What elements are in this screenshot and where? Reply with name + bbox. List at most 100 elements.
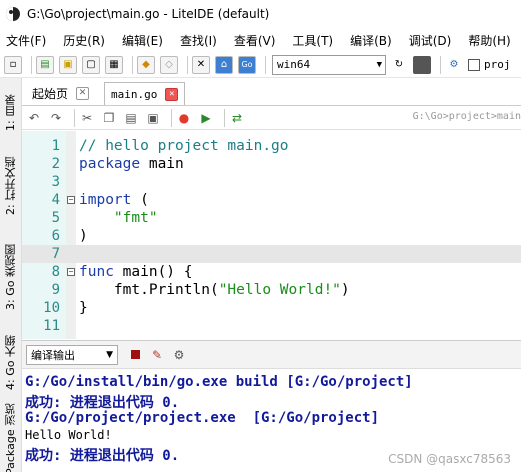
tab-main-go[interactable]: main.go ✕ xyxy=(104,82,186,105)
code-token: package xyxy=(79,156,141,172)
menu-history[interactable]: 历史(R) xyxy=(63,32,105,49)
stop-icon[interactable] xyxy=(128,348,142,362)
sidebar-tab-directory[interactable]: 1: 目录 xyxy=(0,88,22,138)
fold-toggle-icon[interactable]: − xyxy=(67,268,75,276)
main-toolbar: ▫ ▤ ▣ ▢ ▦ ◆ ◇ ✕ ⌂ Go win64 ▼ ↻ ⚙ proj xyxy=(0,52,521,78)
sidebar-tab-class-view[interactable]: 3: Go 类视图 xyxy=(0,234,22,320)
code-line[interactable]: 6) xyxy=(22,227,521,245)
new-file-icon[interactable]: ▫ xyxy=(4,55,22,74)
code-line[interactable]: 9 fmt.Println("Hello World!") xyxy=(22,281,521,299)
line-number: 10 xyxy=(43,300,60,316)
code-token: ( xyxy=(131,192,149,208)
code-line[interactable]: 7 xyxy=(22,245,521,263)
line-number: 5 xyxy=(51,210,60,226)
code-text: package main xyxy=(79,155,184,173)
code-line[interactable]: 2 package main xyxy=(22,155,521,173)
chevron-down-icon: ▼ xyxy=(376,59,382,70)
lock-icon[interactable]: ▣ xyxy=(145,110,161,126)
paste-icon[interactable]: ▤ xyxy=(123,110,139,126)
close-icon[interactable]: ✕ xyxy=(165,87,179,101)
clear-output-icon[interactable]: ✎ xyxy=(150,348,164,362)
forward-arrow-icon[interactable]: ◇ xyxy=(160,55,178,74)
project-checkbox[interactable] xyxy=(468,58,480,71)
line-number: 9 xyxy=(51,282,60,298)
tab-main-go-label: main.go xyxy=(111,87,158,101)
copy-icon[interactable]: ❐ xyxy=(101,110,117,126)
code-text: // hello project main.go xyxy=(79,137,289,155)
cut-icon[interactable]: ✂ xyxy=(79,110,95,126)
output-line: 成功: 进程退出代码 0. xyxy=(25,448,180,464)
gear-icon[interactable]: ⚙ xyxy=(172,348,186,362)
tools-icon[interactable]: ✕ xyxy=(192,55,210,74)
close-icon[interactable]: ✕ xyxy=(76,87,90,100)
breakpoint-icon[interactable]: ● xyxy=(176,110,192,126)
code-text: "fmt" xyxy=(79,209,158,227)
edit-env-icon[interactable] xyxy=(413,55,431,74)
sidebar-tab-package-browser[interactable]: Package 浏览 xyxy=(0,403,22,472)
code-line[interactable]: 8− func main() { xyxy=(22,263,521,281)
title-bar: G:\Go\project\main.go - LiteIDE (default… xyxy=(0,0,521,27)
menu-bar: 文件(F) 历史(R) 编辑(E) 查找(I) 查看(V) 工具(T) 编译(B… xyxy=(0,28,521,52)
editor-tab-bar: 起始页 ✕ main.go ✕ xyxy=(22,79,521,106)
breadcrumb[interactable]: G:\Go>project>main xyxy=(413,111,521,122)
window-title: G:\Go\project\main.go - LiteIDE (default… xyxy=(27,6,270,21)
line-number: 8 xyxy=(51,264,60,280)
line-number: 3 xyxy=(51,174,60,190)
line-number: 7 xyxy=(51,246,60,262)
code-line[interactable]: 11 xyxy=(22,317,521,335)
go-icon[interactable]: Go xyxy=(238,55,256,74)
project-checkbox-row[interactable]: proj xyxy=(468,58,511,71)
code-line[interactable]: 4− import ( xyxy=(22,191,521,209)
menu-edit[interactable]: 编辑(E) xyxy=(122,32,163,49)
save-all-icon[interactable]: ▦ xyxy=(105,55,123,74)
toolbar-separator xyxy=(187,55,188,74)
line-number: 2 xyxy=(51,156,60,172)
tab-welcome[interactable]: 起始页 ✕ xyxy=(26,82,95,105)
open-file-icon[interactable]: ▤ xyxy=(36,55,54,74)
menu-build[interactable]: 编译(B) xyxy=(350,32,392,49)
code-text: import ( xyxy=(79,191,149,209)
output-line: G:/Go/project/project.exe [G:/Go/project… xyxy=(25,410,380,426)
code-token: } xyxy=(79,300,88,316)
menu-file[interactable]: 文件(F) xyxy=(6,32,46,49)
output-toolbar: 编译输出 ▼ ✎ ⚙ xyxy=(22,341,521,369)
sync-icon[interactable]: ⇄ xyxy=(229,110,245,126)
gear-icon[interactable]: ⚙ xyxy=(445,56,463,74)
code-token: ) xyxy=(79,228,88,244)
undo-icon[interactable]: ↶ xyxy=(26,110,42,126)
refresh-icon[interactable]: ↻ xyxy=(390,56,408,74)
environment-select[interactable]: win64 ▼ xyxy=(272,54,386,75)
menu-find[interactable]: 查找(I) xyxy=(180,32,217,49)
environment-value: win64 xyxy=(277,58,311,71)
sidebar-tab-open-documents[interactable]: 2: 打开文档 xyxy=(0,146,22,226)
code-token: "Hello World!" xyxy=(218,282,341,298)
code-line[interactable]: 3 xyxy=(22,173,521,191)
menu-view[interactable]: 查看(V) xyxy=(234,32,276,49)
code-text: ) xyxy=(79,227,88,245)
code-line[interactable]: 1 // hello project main.go xyxy=(22,137,521,155)
code-token: fmt.Println( xyxy=(79,282,219,298)
build-output-panel: 编译输出 ▼ ✎ ⚙ G:/Go/install/bin/go.exe buil… xyxy=(22,340,521,472)
save-icon[interactable]: ▢ xyxy=(82,55,100,74)
home-icon[interactable]: ⌂ xyxy=(215,55,233,74)
menu-debug[interactable]: 调试(D) xyxy=(409,32,452,49)
run-icon[interactable]: ▶ xyxy=(198,110,214,126)
line-number: 1 xyxy=(51,138,60,154)
code-token: import xyxy=(79,192,132,208)
menu-tools[interactable]: 工具(T) xyxy=(292,32,333,49)
open-folder-icon[interactable]: ▣ xyxy=(59,55,77,74)
output-line: G:/Go/install/bin/go.exe build [G:/Go/pr… xyxy=(25,374,413,390)
code-line[interactable]: 10} xyxy=(22,299,521,317)
code-editor[interactable]: 1 // hello project main.go 2 package main 3 4… xyxy=(22,131,521,339)
code-token: "fmt" xyxy=(113,210,158,226)
output-select[interactable]: 编译输出 ▼ xyxy=(26,344,118,365)
output-line: 成功: 进程退出代码 0. xyxy=(25,395,180,411)
back-arrow-icon[interactable]: ◆ xyxy=(137,55,155,74)
code-text: fmt.Println("Hello World!") xyxy=(79,281,350,299)
code-line[interactable]: 5 "fmt" xyxy=(22,209,521,227)
menu-help[interactable]: 帮助(H) xyxy=(468,32,510,49)
fold-toggle-icon[interactable]: − xyxy=(67,196,75,204)
redo-icon[interactable]: ↷ xyxy=(48,110,64,126)
sidebar-tab-outline[interactable]: 4: Go 大纲 xyxy=(0,328,22,398)
